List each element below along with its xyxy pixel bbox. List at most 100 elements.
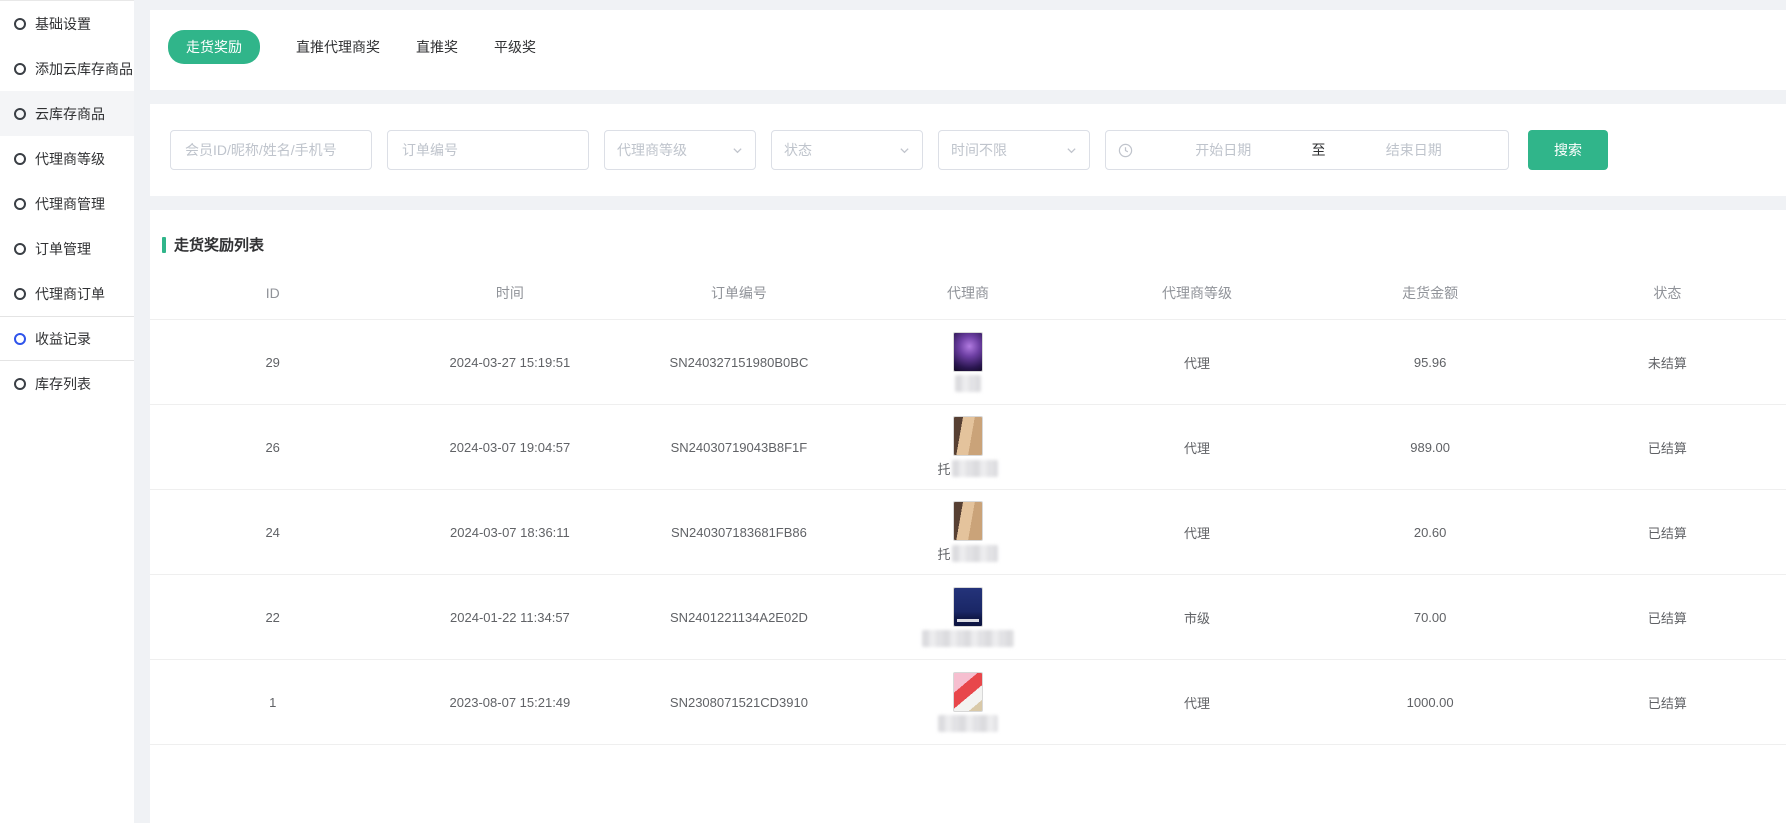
sidebar-item-7[interactable]: 代理商订单 [0, 271, 134, 316]
cell-time: 2024-03-07 18:36:11 [395, 490, 624, 575]
cell-status: 已结算 [1549, 575, 1786, 660]
cell-id: 1 [150, 660, 395, 745]
agent-info [857, 332, 1078, 392]
agent-name-censored-block [922, 630, 1014, 647]
cell-time: 2024-03-27 15:19:51 [395, 320, 624, 405]
column-header: 订单编号 [624, 269, 853, 320]
end-date-field[interactable]: 结束日期 [1332, 140, 1497, 160]
cell-agent [853, 320, 1082, 405]
status-select-value: 状态 [784, 140, 812, 160]
table-row: 242024-03-07 18:36:11SN240307183681FB86 托… [150, 490, 1786, 575]
table-title-text: 走货奖励列表 [174, 234, 264, 255]
cell-id: 24 [150, 490, 395, 575]
radio-circle-icon [14, 378, 26, 390]
agent-avatar-image [953, 332, 983, 372]
radio-circle-icon [14, 108, 26, 120]
radio-circle-icon [14, 243, 26, 255]
cell-agent [853, 575, 1082, 660]
table-header: ID时间订单编号代理商代理商等级走货金额状态 [150, 269, 1786, 320]
agent-name [938, 715, 998, 732]
tab-2[interactable]: 直推代理商奖 [296, 30, 380, 64]
agent-level-select[interactable]: 代理商等级 [604, 130, 756, 170]
sidebar-item-label: 收益记录 [35, 329, 91, 349]
sidebar-item-label: 添加云库存商品 [35, 59, 133, 79]
cell-status: 已结算 [1549, 405, 1786, 490]
sidebar-item-3[interactable]: 云库存商品 [0, 91, 134, 136]
date-range-picker[interactable]: 开始日期 至 结束日期 [1105, 130, 1509, 170]
sidebar-item-4[interactable]: 代理商等级 [0, 136, 134, 181]
agent-info [857, 672, 1078, 732]
agent-name-prefix: 托 [937, 459, 950, 478]
chevron-down-icon [899, 145, 910, 156]
table-row: 262024-03-07 19:04:57SN24030719043B8F1F 托… [150, 405, 1786, 490]
column-header: 代理商 [853, 269, 1082, 320]
order-no-input[interactable] [387, 130, 589, 170]
time-range-select[interactable]: 时间不限 [938, 130, 1090, 170]
agent-level-select-value: 代理商等级 [617, 140, 687, 160]
radio-circle-icon [14, 333, 26, 345]
sidebar-item-6[interactable]: 订单管理 [0, 226, 134, 271]
app-root: 基础设置添加云库存商品云库存商品代理商等级代理商管理订单管理代理商订单收益记录库… [0, 0, 1786, 823]
agent-avatar-image [953, 672, 983, 712]
sidebar-item-5[interactable]: 代理商管理 [0, 181, 134, 226]
agent-info [857, 587, 1078, 647]
cell-amount: 95.96 [1312, 320, 1549, 405]
start-date-field[interactable]: 开始日期 [1141, 140, 1306, 160]
sidebar-item-8[interactable]: 收益记录 [0, 316, 134, 361]
filter-card: 代理商等级 状态 时间不限 开始日期 至 结束日期 [150, 104, 1786, 196]
cell-status: 未结算 [1549, 320, 1786, 405]
sidebar-item-2[interactable]: 添加云库存商品 [0, 46, 134, 91]
cell-time: 2024-03-07 19:04:57 [395, 405, 624, 490]
cell-order-no: SN2308071521CD3910 [624, 660, 853, 745]
agent-name-censored-block [955, 375, 981, 392]
sidebar: 基础设置添加云库存商品云库存商品代理商等级代理商管理订单管理代理商订单收益记录库… [0, 0, 134, 823]
tab-1[interactable]: 走货奖励 [168, 30, 260, 64]
cell-agent: 托 [853, 405, 1082, 490]
cell-order-no: SN24030719043B8F1F [624, 405, 853, 490]
sidebar-item-label: 基础设置 [35, 14, 91, 34]
column-header: 走货金额 [1312, 269, 1549, 320]
search-button[interactable]: 搜索 [1528, 130, 1608, 170]
radio-circle-icon [14, 288, 26, 300]
agent-info: 托 [857, 416, 1078, 478]
agent-name [955, 375, 981, 392]
member-search-input[interactable] [170, 130, 372, 170]
chevron-down-icon [732, 145, 743, 156]
agent-name: 托 [937, 459, 998, 478]
chevron-down-icon [1066, 145, 1077, 156]
cell-status: 已结算 [1549, 490, 1786, 575]
radio-circle-icon [14, 63, 26, 75]
cell-amount: 1000.00 [1312, 660, 1549, 745]
agent-avatar-image [953, 501, 983, 541]
cell-id: 22 [150, 575, 395, 660]
status-select[interactable]: 状态 [771, 130, 923, 170]
tab-3[interactable]: 直推奖 [416, 30, 458, 64]
cell-level: 代理 [1082, 660, 1311, 745]
agent-avatar-image [953, 416, 983, 456]
column-header: 时间 [395, 269, 624, 320]
sidebar-item-label: 代理商管理 [35, 194, 105, 214]
agent-name-censored-block [952, 460, 998, 477]
agent-name-prefix: 托 [937, 544, 950, 563]
tab-4[interactable]: 平级奖 [494, 30, 536, 64]
table-row: 292024-03-27 15:19:51SN240327151980B0BC代… [150, 320, 1786, 405]
cell-time: 2024-01-22 11:34:57 [395, 575, 624, 660]
sidebar-item-1[interactable]: 基础设置 [0, 1, 134, 46]
table-title: 走货奖励列表 [162, 234, 1786, 255]
reward-tabs-card: 走货奖励 直推代理商奖 直推奖 平级奖 [150, 10, 1786, 90]
sidebar-item-9[interactable]: 库存列表 [0, 361, 134, 406]
reward-table: ID时间订单编号代理商代理商等级走货金额状态 292024-03-27 15:1… [150, 269, 1786, 745]
cell-amount: 989.00 [1312, 405, 1549, 490]
cell-level: 代理 [1082, 490, 1311, 575]
date-range-separator: 至 [1306, 140, 1332, 160]
cell-id: 26 [150, 405, 395, 490]
clock-icon [1118, 143, 1133, 158]
cell-time: 2023-08-07 15:21:49 [395, 660, 624, 745]
title-accent-bar [162, 237, 166, 253]
cell-order-no: SN2401221134A2E02D [624, 575, 853, 660]
table-row: 12023-08-07 15:21:49SN2308071521CD3910 代理… [150, 660, 1786, 745]
filter-bar: 代理商等级 状态 时间不限 开始日期 至 结束日期 [170, 130, 1766, 170]
cell-status: 已结算 [1549, 660, 1786, 745]
cell-agent [853, 660, 1082, 745]
cell-order-no: SN240307183681FB86 [624, 490, 853, 575]
